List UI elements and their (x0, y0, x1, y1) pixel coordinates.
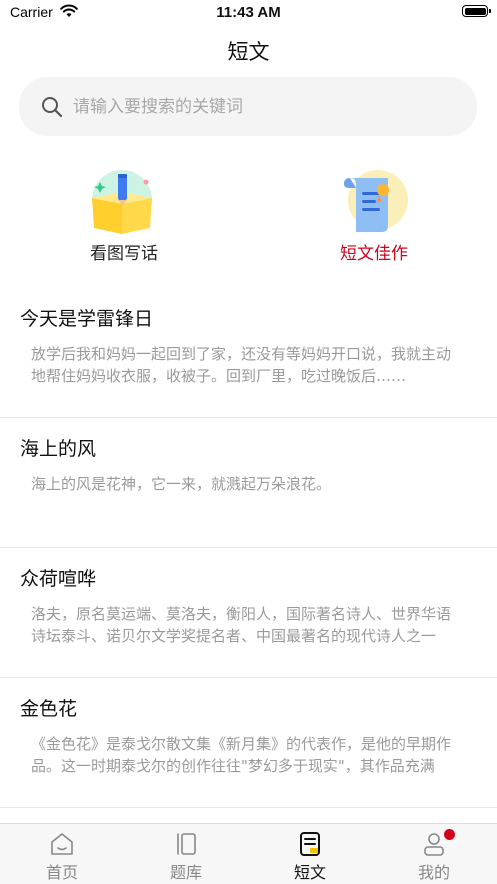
tab-label: 我的 (417, 863, 450, 882)
book-pencil-icon (86, 168, 162, 236)
category-label: 短文佳作 (340, 244, 408, 264)
article-list: 今天是学雷锋日 放学后我和妈妈一起回到了家，还没有等妈妈开口说，我就主动地帮住妈… (0, 288, 497, 808)
list-item[interactable]: 金色花 《金色花》是泰戈尔散文集《新月集》的代表作，是他的早期作品。这一时期泰戈… (0, 678, 497, 808)
tab-label: 题库 (169, 863, 202, 882)
category-short-essays[interactable]: 短文佳作 (304, 168, 444, 264)
category-picture-writing[interactable]: 看图写话 (54, 168, 194, 264)
page-title: 短文 (227, 40, 270, 64)
battery-icon (462, 5, 491, 17)
tab-short-essay[interactable]: 短文 (248, 824, 372, 884)
article-title: 今天是学雷锋日 (20, 308, 154, 330)
article-title: 海上的风 (20, 438, 97, 460)
document-icon (297, 831, 323, 857)
scroll-medal-icon (336, 168, 412, 236)
tab-label: 短文 (293, 863, 326, 882)
article-title: 众荷喧哗 (20, 568, 97, 590)
tab-bar: 首页 题库 短文 我的 (0, 823, 497, 884)
user-icon (421, 829, 455, 857)
search-bar[interactable] (19, 77, 477, 136)
notification-badge (444, 829, 455, 840)
tab-question-bank[interactable]: 题库 (124, 824, 248, 884)
status-bar: Carrier 11:43 AM (0, 0, 497, 26)
category-label: 看图写话 (90, 244, 158, 264)
search-input[interactable] (73, 77, 453, 136)
article-title: 金色花 (20, 698, 78, 720)
home-icon (49, 831, 75, 857)
search-icon (42, 97, 63, 118)
article-excerpt: 《金色花》是泰戈尔散文集《新月集》的代表作，是他的早期作品。这一时期泰戈尔的创作… (31, 735, 452, 775)
list-item[interactable]: 今天是学雷锋日 放学后我和妈妈一起回到了家，还没有等妈妈开口说，我就主动地帮住妈… (0, 288, 497, 418)
article-excerpt: 海上的风是花神，它一来，就溅起万朵浪花。 (31, 475, 332, 493)
tab-home[interactable]: 首页 (0, 824, 124, 884)
list-item[interactable]: 众荷喧哗 洛夫，原名莫运端、莫洛夫，衡阳人，国际著名诗人、世界华语诗坛泰斗、诺贝… (0, 548, 497, 678)
tab-label: 首页 (45, 863, 78, 882)
status-time: 11:43 AM (216, 4, 281, 21)
question-bank-icon (173, 831, 199, 857)
list-item[interactable]: 海上的风 海上的风是花神，它一来，就溅起万朵浪花。 (0, 418, 497, 548)
article-excerpt: 洛夫，原名莫运端、莫洛夫，衡阳人，国际著名诗人、世界华语诗坛泰斗、诺贝尔文学奖提… (31, 605, 452, 645)
tab-profile[interactable]: 我的 (372, 824, 496, 884)
article-excerpt: 放学后我和妈妈一起回到了家，还没有等妈妈开口说，我就主动地帮住妈妈收衣服，收被子… (31, 345, 452, 385)
